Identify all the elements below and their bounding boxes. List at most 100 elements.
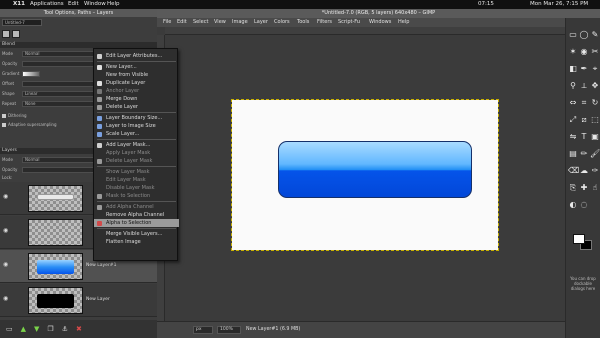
- paths-icon[interactable]: ✒: [579, 64, 589, 74]
- foreground-color-swatch[interactable]: [573, 234, 585, 244]
- context-menu-item[interactable]: Delete Layer Mask: [94, 157, 179, 165]
- airbrush-icon[interactable]: ☁: [579, 166, 589, 176]
- menu-select[interactable]: Select: [193, 18, 208, 27]
- dodge-burn-icon[interactable]: ◐: [568, 200, 578, 210]
- context-menu-item[interactable]: Disable Layer Mask: [94, 184, 179, 192]
- zoom-icon[interactable]: ⚲: [568, 81, 578, 91]
- eye-icon[interactable]: ◉: [3, 262, 11, 268]
- color-picker-icon[interactable]: ⌖: [590, 64, 600, 74]
- context-menu-item[interactable]: Apply Layer Mask: [94, 149, 179, 157]
- free-select-icon[interactable]: ✎: [590, 30, 600, 40]
- text-icon[interactable]: T: [579, 132, 589, 142]
- menu-file[interactable]: File: [163, 18, 171, 27]
- context-menu-item[interactable]: Layer Boundary Size...: [94, 114, 179, 122]
- menu-windows[interactable]: Windows: [369, 18, 391, 27]
- eye-icon[interactable]: ◉: [3, 194, 11, 200]
- context-menu-item[interactable]: Edit Layer Mask: [94, 176, 179, 184]
- context-menu-item[interactable]: Merge Down: [94, 95, 179, 103]
- menu-edit[interactable]: Edit: [68, 0, 79, 9]
- context-menu-item[interactable]: Layer to Image Size: [94, 122, 179, 130]
- menu-colors[interactable]: Colors: [274, 18, 290, 27]
- perspective-icon[interactable]: ⬚: [590, 115, 600, 125]
- menu-edit-gimp[interactable]: Edit: [177, 18, 187, 27]
- adaptive-supersampling-checkbox[interactable]: Adaptive supersampling: [2, 121, 102, 128]
- menu-image[interactable]: Image: [232, 18, 248, 27]
- context-menu-item[interactable]: Duplicate Layer: [94, 79, 179, 87]
- menu-item-label: Edit Layer Mask: [106, 177, 146, 183]
- move-icon[interactable]: ✥: [590, 81, 600, 91]
- menu-script-fu[interactable]: Script-Fu: [338, 18, 360, 27]
- context-menu-item[interactable]: Scale Layer...: [94, 130, 179, 138]
- smudge-icon[interactable]: ☝: [590, 183, 600, 193]
- eye-icon[interactable]: ◉: [3, 228, 11, 234]
- context-menu-item[interactable]: Remove Alpha Channel: [94, 211, 179, 219]
- app-name[interactable]: X11: [13, 0, 25, 9]
- raise-layer-icon[interactable]: ▲: [21, 325, 26, 333]
- scale-icon[interactable]: ⤢: [568, 115, 578, 125]
- align-icon[interactable]: ⇔: [568, 98, 578, 108]
- context-menu-item[interactable]: Mask to Selection: [94, 192, 179, 200]
- measure-icon[interactable]: ⟂: [579, 81, 589, 91]
- new-layer-icon[interactable]: ▭: [6, 325, 13, 333]
- eraser-icon[interactable]: ⌫: [568, 166, 579, 176]
- menu-separator: [97, 201, 176, 202]
- flip-icon[interactable]: ⇋: [568, 132, 578, 142]
- ellipse-select-icon[interactable]: ◯: [579, 30, 589, 40]
- menu-window[interactable]: Window: [84, 0, 106, 9]
- context-menu-item[interactable]: Add Layer Mask...: [94, 141, 179, 149]
- menu-help[interactable]: Help: [107, 0, 120, 9]
- option-label: Shape: [2, 91, 15, 96]
- bucket-fill-icon[interactable]: ▣: [590, 132, 600, 142]
- context-menu-item[interactable]: Merge Visible Layers...: [94, 230, 179, 238]
- scissors-icon[interactable]: ✂: [590, 47, 600, 57]
- paintbrush-icon[interactable]: 🖌: [590, 149, 600, 159]
- duplicate-layer-icon[interactable]: ❐: [47, 325, 53, 333]
- option-label: Opacity: [2, 167, 18, 172]
- paths-tab-icon[interactable]: [12, 30, 20, 38]
- clone-icon[interactable]: ⎘: [568, 183, 578, 193]
- context-menu-item[interactable]: Alpha to Selection: [94, 219, 179, 227]
- heal-icon[interactable]: ✚: [579, 183, 589, 193]
- menu-layer[interactable]: Layer: [254, 18, 268, 27]
- pencil-icon[interactable]: ✏: [579, 149, 589, 159]
- clock-time: 07:15: [478, 1, 494, 7]
- unit-select[interactable]: px: [193, 326, 213, 334]
- crop-icon[interactable]: ⌗: [579, 98, 589, 108]
- menu-applications[interactable]: Applications: [30, 0, 64, 9]
- tool-options-tab-icon[interactable]: [2, 30, 10, 38]
- fuzzy-select-icon[interactable]: ✶: [568, 47, 578, 57]
- context-menu-item[interactable]: Anchor Layer: [94, 87, 179, 95]
- zoom-select[interactable]: 100%: [217, 326, 241, 334]
- menu-view[interactable]: View: [214, 18, 226, 27]
- dithering-checkbox[interactable]: Dithering: [2, 112, 102, 119]
- blur-icon[interactable]: ◌: [579, 200, 589, 210]
- rotate-icon[interactable]: ↻: [590, 98, 600, 108]
- context-menu-item[interactable]: Show Layer Mask: [94, 168, 179, 176]
- horizontal-ruler[interactable]: [165, 27, 565, 35]
- context-menu-item[interactable]: New Layer...: [94, 63, 179, 71]
- menu-filters[interactable]: Filters: [317, 18, 332, 27]
- menu-item-icon: [97, 123, 102, 129]
- context-menu-item[interactable]: Edit Layer Attributes...: [94, 52, 179, 60]
- shear-icon[interactable]: ⧄: [579, 115, 589, 125]
- blend-icon[interactable]: ▤: [568, 149, 578, 159]
- context-menu-item[interactable]: New from Visible: [94, 71, 179, 79]
- rect-select-icon[interactable]: ▭: [568, 30, 578, 40]
- eye-icon[interactable]: ◉: [3, 296, 11, 302]
- gradient-preview[interactable]: [22, 71, 40, 77]
- delete-layer-icon[interactable]: ✖: [76, 325, 82, 333]
- image-canvas[interactable]: [231, 99, 499, 251]
- lower-layer-icon[interactable]: ▼: [34, 325, 39, 333]
- foreground-select-icon[interactable]: ◧: [568, 64, 578, 74]
- context-menu-item[interactable]: Flatten Image: [94, 238, 179, 246]
- ink-icon[interactable]: ✑: [590, 166, 600, 176]
- color-select-icon[interactable]: ◉: [579, 47, 589, 57]
- menu-item-label: Scale Layer...: [106, 131, 140, 137]
- context-menu-item[interactable]: Delete Layer: [94, 103, 179, 111]
- menu-tools[interactable]: Tools: [297, 18, 309, 27]
- anchor-layer-icon[interactable]: ⚓: [62, 325, 68, 333]
- image-combo[interactable]: Untitled-7: [2, 19, 42, 26]
- layer-row[interactable]: ◉ New Layer: [0, 284, 157, 317]
- context-menu-item[interactable]: Add Alpha Channel: [94, 203, 179, 211]
- menu-help-gimp[interactable]: Help: [398, 18, 409, 27]
